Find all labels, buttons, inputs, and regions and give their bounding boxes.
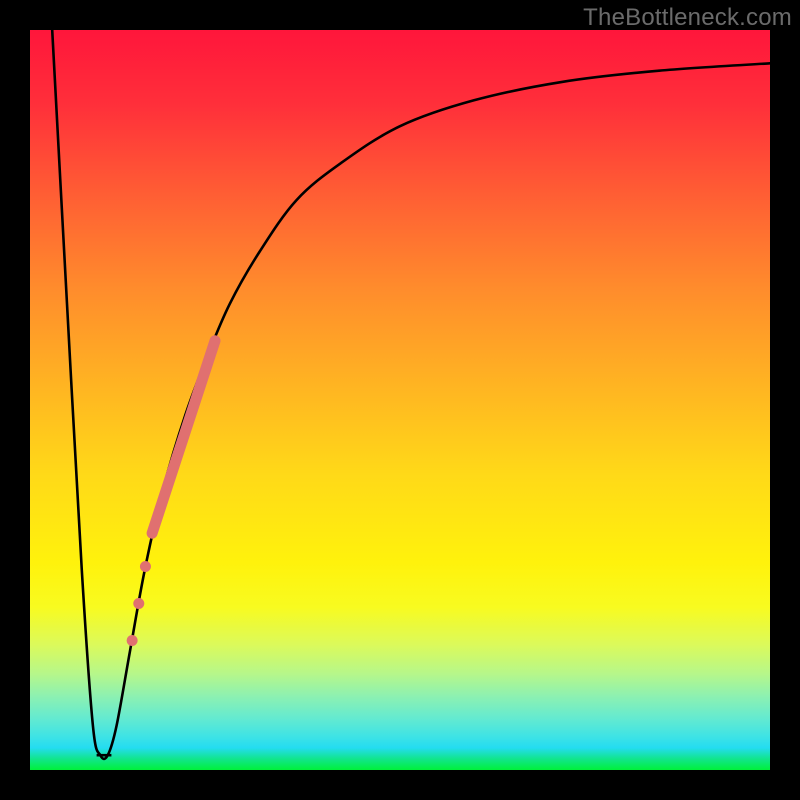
highlight-dot [127, 635, 138, 646]
bottleneck-curve [52, 30, 770, 759]
chart-svg [30, 30, 770, 770]
plot-area [30, 30, 770, 770]
chart-frame: TheBottleneck.com [0, 0, 800, 800]
highlight-dot [140, 561, 151, 572]
highlight-dot [133, 598, 144, 609]
watermark-text: TheBottleneck.com [583, 4, 792, 32]
highlight-band [152, 341, 215, 533]
highlight-dots [127, 561, 151, 646]
